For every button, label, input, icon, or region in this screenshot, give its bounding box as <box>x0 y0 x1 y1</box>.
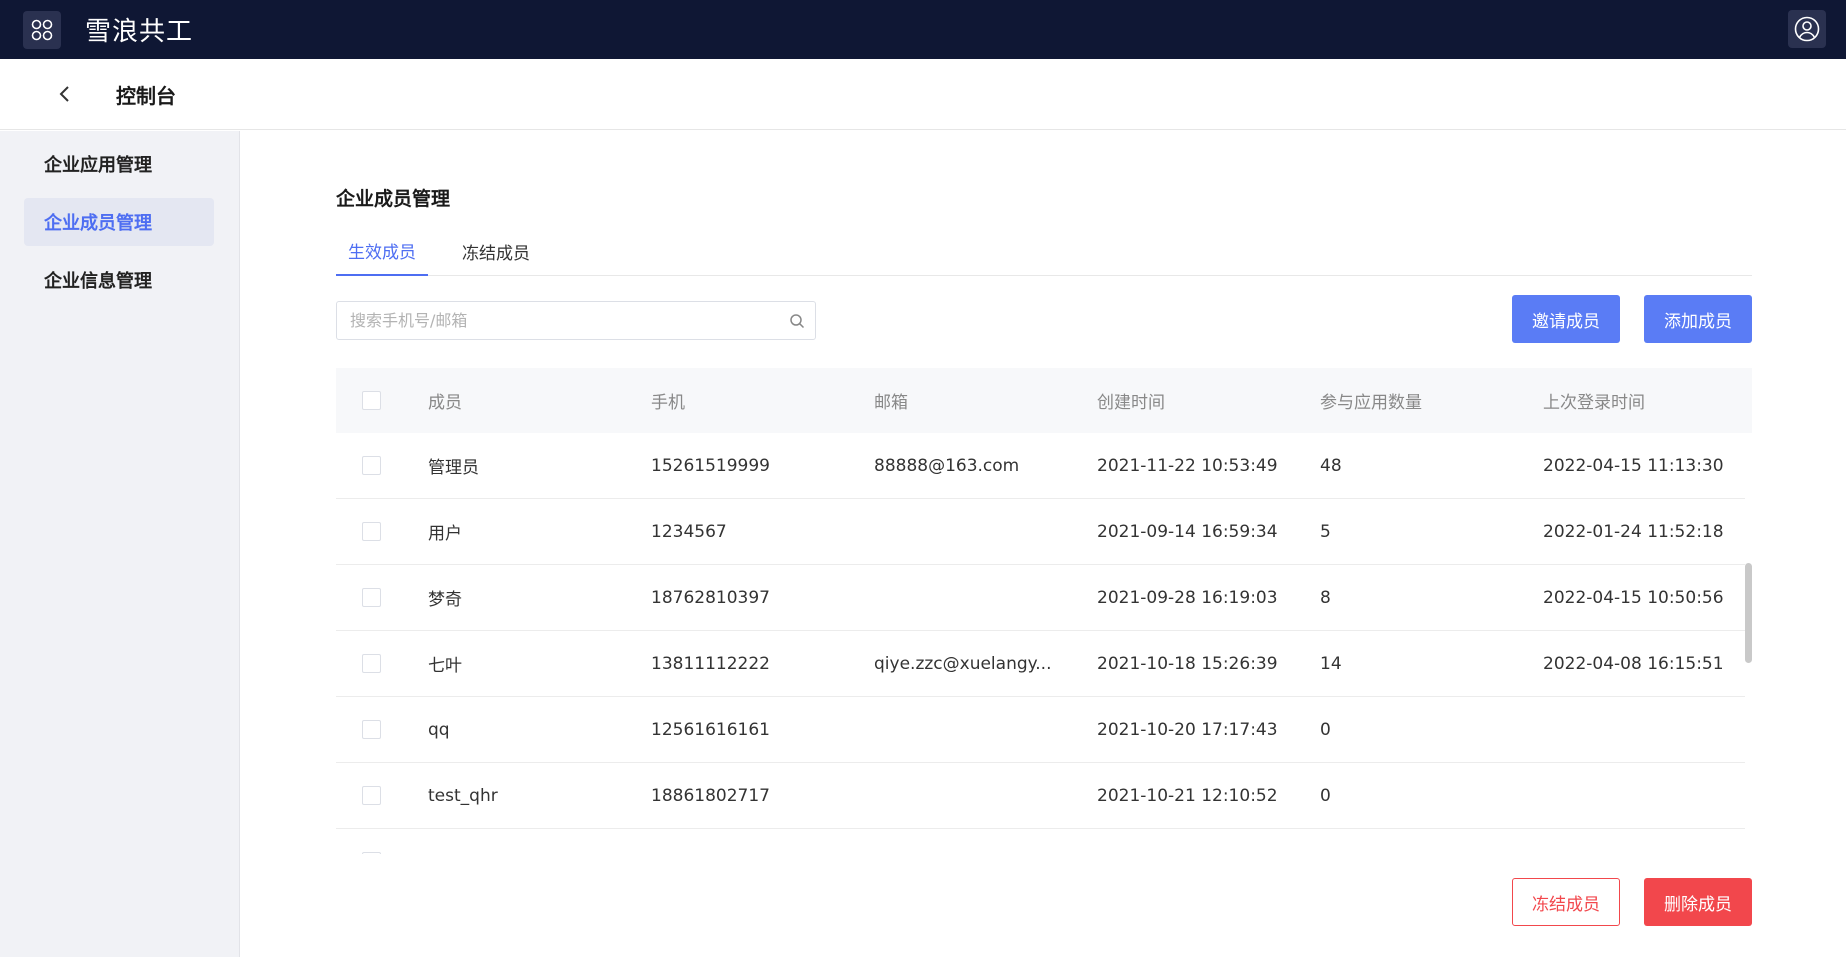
member-last-login: 2022-01-24 11:52:18 <box>1543 521 1724 542</box>
column-header-last-login: 上次登录时间 <box>1543 393 1645 413</box>
table-row[interactable] <box>336 829 1745 854</box>
chevron-left-icon <box>59 86 69 102</box>
member-app-count: 8 <box>1320 587 1331 608</box>
search-input[interactable] <box>337 302 779 339</box>
main-content: 企业成员管理 生效成员 冻结成员 邀请成员 添加成员 成员 手机 邮箱 创建时间… <box>241 131 1846 957</box>
table-row[interactable]: 七叶 13811112222 qiye.zzc@xuelangy... 2021… <box>336 631 1745 697</box>
tab-active-members[interactable]: 生效成员 <box>336 226 428 276</box>
select-all-checkbox[interactable] <box>362 391 381 410</box>
column-header-phone: 手机 <box>651 393 685 413</box>
member-app-count: 14 <box>1320 653 1342 674</box>
tab-frozen-members[interactable]: 冻结成员 <box>450 226 542 276</box>
member-name: 梦奇 <box>428 590 462 610</box>
member-app-count: 0 <box>1320 719 1331 740</box>
member-phone: 15261519999 <box>651 455 770 476</box>
members-table: 成员 手机 邮箱 创建时间 参与应用数量 上次登录时间 管理员 15261519… <box>336 368 1752 854</box>
table-scrollbar[interactable] <box>1745 563 1752 663</box>
member-tabs: 生效成员 冻结成员 <box>336 226 1752 276</box>
column-header-email: 邮箱 <box>874 393 908 413</box>
sidebar-item-apps[interactable]: 企业应用管理 <box>24 140 214 188</box>
page-title: 控制台 <box>116 83 176 108</box>
row-checkbox[interactable] <box>362 852 381 854</box>
row-checkbox[interactable] <box>362 654 381 673</box>
invite-member-button[interactable]: 邀请成员 <box>1512 295 1620 343</box>
back-button[interactable] <box>50 79 80 109</box>
sidebar-item-members[interactable]: 企业成员管理 <box>24 198 214 246</box>
member-last-login: 2022-04-08 16:15:51 <box>1543 653 1724 674</box>
table-row[interactable]: 用户 1234567 2021-09-14 16:59:34 5 2022-01… <box>336 499 1745 565</box>
page-header: 控制台 <box>0 59 1846 130</box>
member-created: 2021-10-18 15:26:39 <box>1097 653 1278 674</box>
table-row[interactable]: 管理员 15261519999 88888@163.com 2021-11-22… <box>336 433 1745 499</box>
member-phone: 18762810397 <box>651 587 770 608</box>
member-created: 2021-10-20 17:17:43 <box>1097 719 1278 740</box>
search-box <box>336 301 816 340</box>
member-created: 2021-11-22 10:53:49 <box>1097 455 1278 476</box>
table-row[interactable]: 梦奇 18762810397 2021-09-28 16:19:03 8 202… <box>336 565 1745 631</box>
freeze-member-button[interactable]: 冻结成员 <box>1512 878 1620 926</box>
member-created: 2021-09-14 16:59:34 <box>1097 521 1278 542</box>
member-created: 2021-10-21 12:10:52 <box>1097 785 1278 806</box>
member-phone: 1234567 <box>651 521 727 542</box>
member-last-login: 2022-04-15 10:50:56 <box>1543 587 1724 608</box>
member-email: qiye.zzc@xuelangy... <box>874 653 1052 674</box>
column-header-created: 创建时间 <box>1097 393 1165 413</box>
delete-member-button[interactable]: 删除成员 <box>1644 878 1752 926</box>
sidebar-item-label: 企业成员管理 <box>44 213 152 234</box>
sidebar-item-label: 企业应用管理 <box>44 155 152 176</box>
table-header: 成员 手机 邮箱 创建时间 参与应用数量 上次登录时间 <box>336 368 1752 433</box>
member-email: 88888@163.com <box>874 455 1020 476</box>
table-row[interactable]: test_qhr 18861802717 2021-10-21 12:10:52… <box>336 763 1745 829</box>
sidebar-item-label: 企业信息管理 <box>44 271 152 292</box>
member-created: 2021-09-28 16:19:03 <box>1097 587 1278 608</box>
member-phone: 13811112222 <box>651 653 770 674</box>
sidebar-item-info[interactable]: 企业信息管理 <box>24 256 214 304</box>
member-name: 用户 <box>428 524 462 544</box>
sidebar: 企业应用管理 企业成员管理 企业信息管理 <box>0 131 240 957</box>
member-name: 管理员 <box>428 458 479 478</box>
member-app-count: 5 <box>1320 521 1331 542</box>
apps-grid-icon[interactable] <box>23 10 61 49</box>
member-app-count: 48 <box>1320 455 1342 476</box>
top-bar: 雪浪共工 <box>0 0 1846 59</box>
column-header-app-count: 参与应用数量 <box>1320 393 1422 413</box>
row-checkbox[interactable] <box>362 588 381 607</box>
search-icon[interactable] <box>779 313 815 329</box>
user-avatar-icon[interactable] <box>1788 10 1826 48</box>
row-checkbox[interactable] <box>362 720 381 739</box>
row-checkbox[interactable] <box>362 522 381 541</box>
member-last-login: 2022-04-15 11:13:30 <box>1543 455 1724 476</box>
section-title: 企业成员管理 <box>336 188 451 210</box>
member-app-count: 0 <box>1320 785 1331 806</box>
member-name: test_qhr <box>428 785 498 806</box>
row-checkbox[interactable] <box>362 786 381 805</box>
table-row[interactable]: qq 12561616161 2021-10-20 17:17:43 0 <box>336 697 1745 763</box>
brand-name: 雪浪共工 <box>85 17 194 47</box>
member-name: qq <box>428 719 450 740</box>
member-phone: 12561616161 <box>651 719 770 740</box>
row-checkbox[interactable] <box>362 456 381 475</box>
member-phone: 18861802717 <box>651 785 770 806</box>
member-name: 七叶 <box>428 656 462 676</box>
column-header-member: 成员 <box>428 393 462 413</box>
add-member-button[interactable]: 添加成员 <box>1644 295 1752 343</box>
